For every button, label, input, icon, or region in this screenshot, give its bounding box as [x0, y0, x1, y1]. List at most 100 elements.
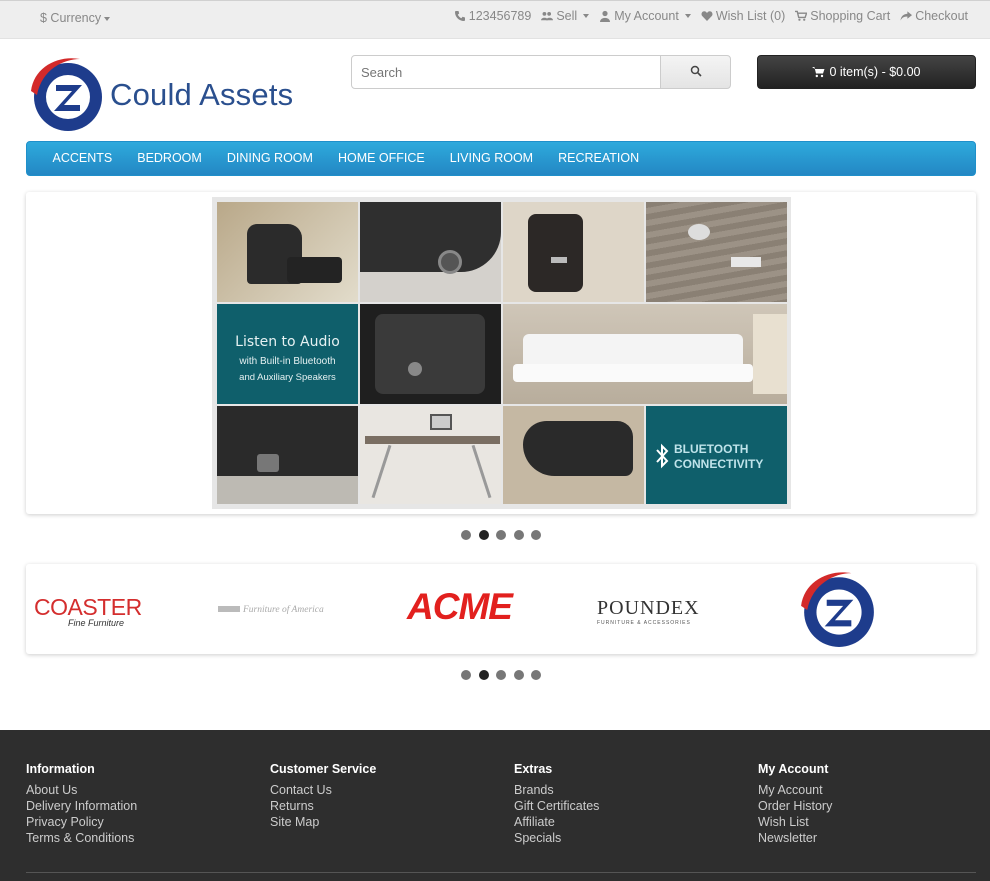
bluetooth-icon: [656, 443, 669, 469]
menu-item-home-office[interactable]: HOME OFFICE: [325, 142, 437, 175]
shopping-cart-label: Shopping Cart: [810, 9, 891, 23]
top-links: 123456789 Sell My Account Wish List (0) …: [454, 9, 968, 23]
pagination-dot[interactable]: [461, 530, 471, 540]
chaise-image: [503, 406, 644, 504]
pagination-dot-active[interactable]: [478, 670, 489, 680]
footer-link-contact-us[interactable]: Contact Us: [270, 782, 376, 798]
wish-list-link[interactable]: Wish List (0): [701, 9, 785, 23]
slide-text-1: Listen to Audio: [235, 334, 340, 350]
site-logo[interactable]: Could Assets: [28, 55, 308, 135]
footer-divider: [26, 872, 976, 873]
search-icon: [690, 65, 702, 77]
desk-surface-image: [646, 202, 787, 302]
footer-link-privacy-policy[interactable]: Privacy Policy: [26, 814, 137, 830]
slide-text-2: with Built-in Bluetooth: [239, 356, 336, 367]
brand-could-assets[interactable]: [798, 569, 878, 652]
footer-link-order-history[interactable]: Order History: [758, 798, 832, 814]
checkout-label: Checkout: [915, 9, 968, 23]
brand-acme[interactable]: ACME: [407, 586, 513, 628]
menu-item-living-room[interactable]: LIVING ROOM: [437, 142, 545, 175]
desk-image: [360, 406, 501, 504]
users-icon: [541, 11, 554, 21]
logo-icon: [31, 58, 102, 131]
seat-closeup-image: [360, 202, 501, 302]
pagination-dot[interactable]: [531, 670, 541, 680]
footer-link-returns[interactable]: Returns: [270, 798, 376, 814]
brand-poundex[interactable]: POUNDEX FURNITURE & ACCESSORIES: [597, 597, 700, 626]
category-menu: ACCENTS BEDROOM DINING ROOM HOME OFFICE …: [26, 141, 976, 176]
pagination-dot[interactable]: [461, 670, 471, 680]
slideshow[interactable]: Listen to Audio with Built-in Bluetooth …: [26, 192, 976, 514]
bluetooth-text-2: CONNECTIVITY: [674, 457, 764, 471]
phone-link[interactable]: 123456789: [454, 9, 531, 23]
footer-information: Information About Us Delivery Informatio…: [26, 762, 137, 846]
foa-logo-mark: [218, 605, 240, 612]
logo-text: Could Assets: [110, 77, 294, 112]
footer-my-account: My Account My Account Order History Wish…: [758, 762, 832, 846]
wish-list-label: Wish List (0): [715, 9, 786, 23]
search-bar: [351, 55, 731, 89]
search-button[interactable]: [660, 55, 731, 89]
currency-dropdown[interactable]: $ Currency: [40, 11, 111, 25]
pagination-dot[interactable]: [513, 530, 524, 540]
phone-icon: [454, 11, 465, 21]
sell-label: Sell: [556, 9, 578, 23]
brand-coaster[interactable]: COASTER Fine Furniture: [34, 594, 142, 628]
cart-icon: [795, 10, 808, 21]
pagination-dot-active[interactable]: [478, 530, 489, 540]
brand-carousel: COASTER Fine Furniture Furniture of Amer…: [26, 564, 976, 654]
top-bar: $ Currency 123456789 Sell My Account Wis…: [0, 0, 990, 39]
footer-link-about-us[interactable]: About Us: [26, 782, 137, 798]
footer-heading: Extras: [514, 762, 553, 776]
footer-heading: My Account: [758, 762, 829, 776]
brand-furniture-of-america[interactable]: Furniture of America: [218, 601, 324, 615]
footer-link-newsletter[interactable]: Newsletter: [758, 830, 832, 846]
slideshow-pagination: [461, 530, 541, 540]
menu-item-bedroom[interactable]: BEDROOM: [125, 142, 215, 175]
slide-image[interactable]: Listen to Audio with Built-in Bluetooth …: [212, 197, 791, 509]
footer-link-my-account[interactable]: My Account: [758, 782, 832, 798]
sofa-speaker-image: [217, 406, 358, 504]
pagination-dot[interactable]: [513, 670, 524, 680]
foa-logo-text: Furniture of America: [243, 605, 324, 615]
search-input[interactable]: [351, 55, 661, 89]
footer-link-site-map[interactable]: Site Map: [270, 814, 376, 830]
menu-item-dining-room[interactable]: DINING ROOM: [214, 142, 325, 175]
user-icon: [600, 10, 611, 22]
chevron-down-icon: [583, 14, 590, 18]
footer-link-specials[interactable]: Specials: [514, 830, 599, 846]
poundex-logo-sub: FURNITURE & ACCESSORIES: [597, 620, 691, 626]
footer-link-gift-certificates[interactable]: Gift Certificates: [514, 798, 599, 814]
pagination-dot[interactable]: [531, 530, 541, 540]
footer-link-wish-list[interactable]: Wish List: [758, 814, 832, 830]
sell-dropdown[interactable]: Sell: [541, 9, 590, 23]
footer-heading: Information: [26, 762, 95, 776]
footer-link-brands[interactable]: Brands: [514, 782, 599, 798]
menu-item-recreation[interactable]: RECREATION: [546, 142, 652, 175]
cart-button[interactable]: 0 item(s) - $0.00: [757, 55, 976, 89]
currency-label: $ Currency: [40, 11, 102, 25]
footer-link-affiliate[interactable]: Affiliate: [514, 814, 599, 830]
recliner-image: [217, 202, 358, 302]
my-account-label: My Account: [614, 9, 679, 23]
poundex-logo-text: POUNDEX: [597, 597, 700, 619]
pagination-dot[interactable]: [496, 670, 506, 680]
share-icon: [900, 11, 913, 21]
footer-heading: Customer Service: [270, 762, 377, 776]
my-account-dropdown[interactable]: My Account: [599, 9, 691, 23]
audio-text-panel: Listen to Audio with Built-in Bluetooth …: [217, 304, 358, 404]
footer-link-terms-conditions[interactable]: Terms & Conditions: [26, 830, 137, 846]
cart-label: 0 item(s) - $0.00: [829, 65, 921, 79]
bluetooth-text-1: BLUETOOTH: [674, 442, 749, 456]
pagination-dot[interactable]: [496, 530, 506, 540]
shopping-cart-link[interactable]: Shopping Cart: [795, 9, 890, 23]
menu-item-accents[interactable]: ACCENTS: [40, 142, 125, 175]
footer: Information About Us Delivery Informatio…: [0, 730, 990, 881]
chevron-down-icon: [104, 16, 111, 21]
armrest-image: [360, 304, 501, 404]
heart-icon: [701, 11, 713, 21]
checkout-link[interactable]: Checkout: [900, 9, 968, 23]
footer-link-delivery-information[interactable]: Delivery Information: [26, 798, 137, 814]
ottoman-image: [503, 202, 644, 302]
bluetooth-text-panel: BLUETOOTH CONNECTIVITY: [646, 406, 787, 504]
